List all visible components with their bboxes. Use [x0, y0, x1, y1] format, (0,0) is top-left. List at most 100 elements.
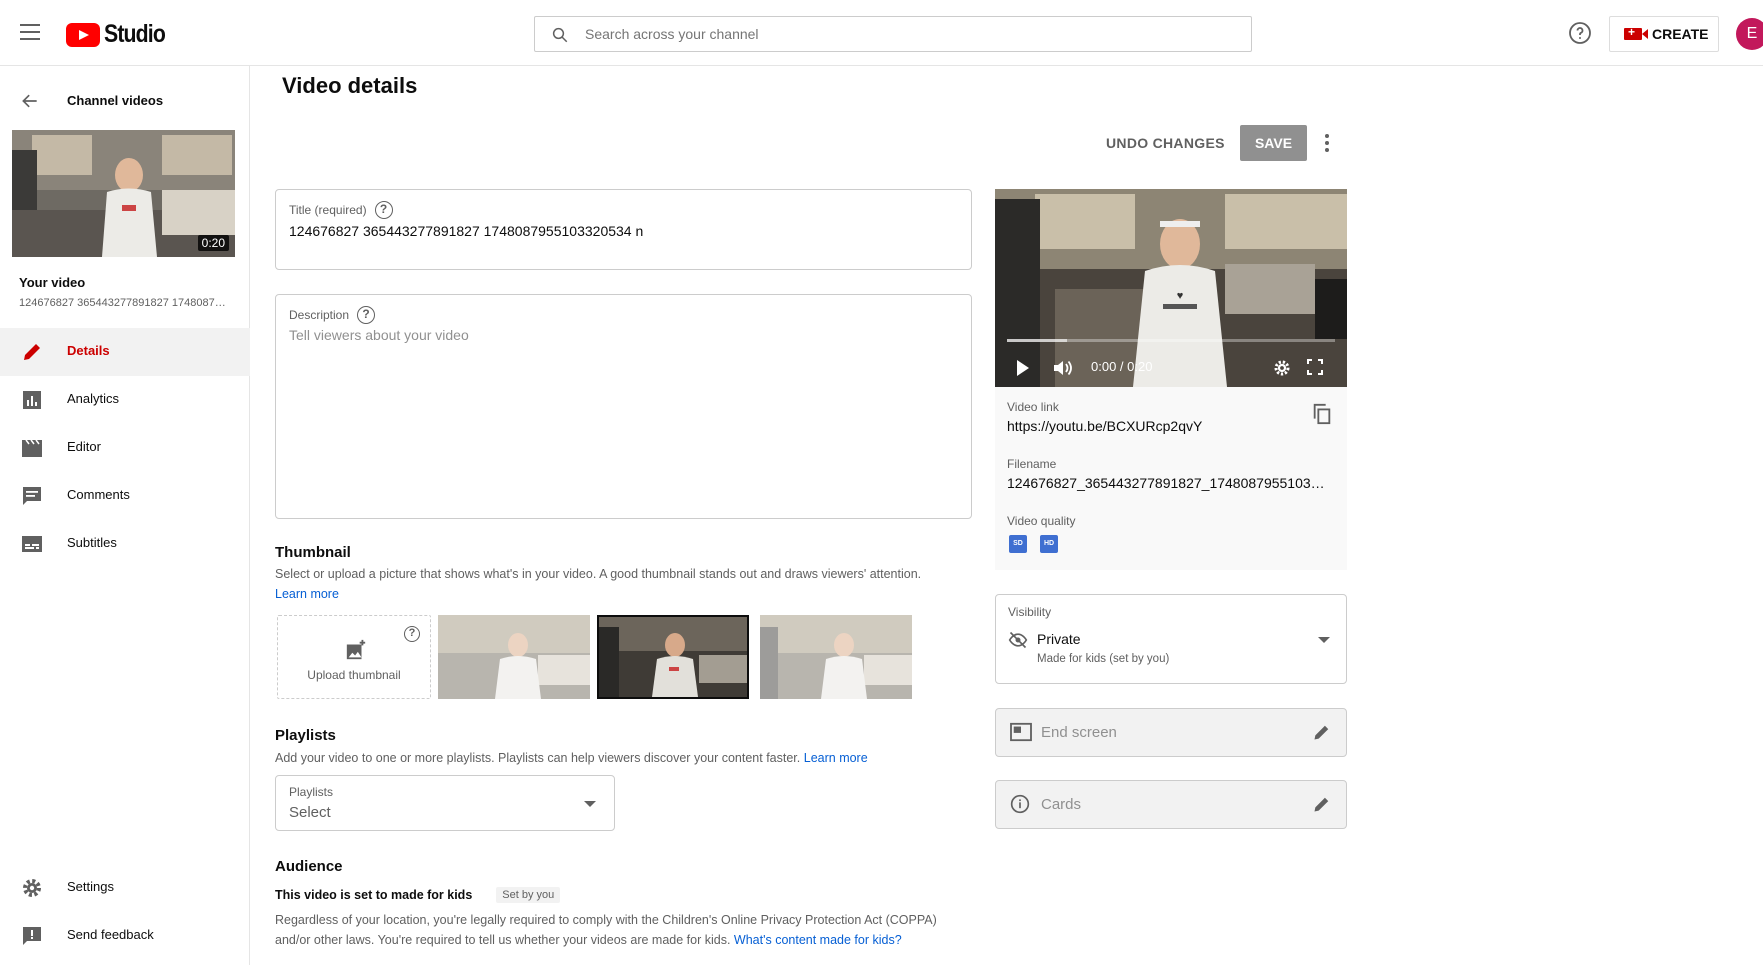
sd-quality-badge: SD [1009, 535, 1027, 553]
set-by-you-badge: Set by you [496, 887, 561, 903]
info-icon [1010, 794, 1030, 814]
cards-label: Cards [1041, 796, 1082, 813]
hd-quality-badge: HD [1040, 535, 1058, 553]
save-button[interactable]: SAVE [1240, 125, 1307, 161]
thumbnail-learn-more-link[interactable]: Learn more [275, 587, 339, 601]
title-input[interactable]: 124676827 365443277891827 17480879551033… [289, 223, 643, 239]
video-frame-image: ♥ [995, 189, 1347, 387]
help-icon[interactable]: ? [357, 306, 376, 324]
audience-status: This video is set to made for kids Set b… [275, 887, 561, 903]
back-label: Channel videos [67, 93, 164, 108]
thumbnail-heading: Thumbnail [275, 544, 351, 561]
sidebar-item-label: Subtitles [67, 535, 117, 550]
video-camera-icon [1624, 25, 1648, 40]
page-title: Video details [282, 73, 418, 98]
playlists-select-value: Select [289, 804, 331, 821]
sidebar-item-details[interactable]: Details [0, 328, 250, 376]
sidebar-item-comments[interactable]: Comments [0, 472, 250, 520]
thumbnail-image [438, 615, 590, 699]
sidebar-item-label: Analytics [67, 391, 120, 406]
description-input[interactable]: Tell viewers about your video [289, 327, 469, 343]
end-screen-icon [1010, 722, 1032, 742]
avatar[interactable]: E [1736, 18, 1763, 50]
visibility-label: Visibility [1008, 605, 1052, 619]
channel-videos-back-link[interactable]: Channel videos [0, 86, 250, 116]
thumbnail-option-1[interactable] [438, 615, 590, 699]
visibility-dropdown[interactable]: Visibility Private Made for kids (set by… [995, 594, 1347, 684]
undo-changes-button[interactable]: UNDO CHANGES [1106, 125, 1225, 161]
cards-card[interactable]: Cards [995, 780, 1347, 829]
sidebar-item-label: Comments [67, 487, 130, 502]
sidebar-item-label: Details [67, 343, 110, 358]
title-field-label: Title (required) ? [289, 201, 393, 219]
eye-off-icon [1008, 631, 1028, 649]
video-quality-label: Video quality [1007, 514, 1076, 528]
audience-status-text: This video is set to made for kids [275, 888, 473, 902]
sidebar-item-settings[interactable]: Settings [0, 864, 250, 912]
search-bar[interactable] [534, 16, 1252, 52]
thumbnail-description: Select or upload a picture that shows wh… [275, 564, 975, 604]
fullscreen-icon[interactable] [1307, 359, 1323, 375]
sidebar-item-analytics[interactable]: Analytics [0, 376, 250, 424]
title-field[interactable]: Title (required) ? 124676827 36544327789… [275, 189, 972, 270]
create-button[interactable]: CREATE [1609, 16, 1719, 52]
subtitles-icon [22, 536, 42, 552]
youtube-logo-icon [66, 22, 100, 47]
audience-desc-line2: and/or other laws. You're required to te… [275, 933, 731, 947]
description-label-text: Description [289, 308, 350, 322]
chevron-down-icon [584, 801, 596, 807]
feedback-icon [23, 927, 41, 945]
pencil-icon[interactable] [1312, 794, 1332, 814]
audience-heading: Audience [275, 858, 343, 875]
your-video-title: 124676827 365443277891827 17480879551033… [19, 297, 229, 309]
help-icon[interactable]: ? [404, 626, 420, 642]
create-label: CREATE [1652, 26, 1709, 42]
visibility-value: Private [1037, 631, 1081, 647]
shirt-graphic: ♥ [1177, 290, 1184, 302]
filename-value: 124676827_365443277891827_17480879551033… [1007, 475, 1327, 491]
playlists-select-label: Playlists [289, 785, 334, 799]
more-options-icon[interactable] [1317, 131, 1337, 155]
thumbnail-option-3[interactable] [760, 615, 912, 699]
video-preview-card: ♥ 0:00 / 0:20 Video link https://youtu.b… [995, 189, 1347, 570]
sidebar-item-label: Editor [67, 439, 101, 454]
sidebar-video-thumbnail[interactable]: 0:20 [12, 130, 235, 257]
studio-logo[interactable]: Studio [66, 20, 176, 49]
help-icon[interactable] [1568, 21, 1592, 45]
thumbnail-image [760, 615, 912, 699]
audience-desc-line1: Regardless of your location, you're lega… [275, 913, 937, 927]
copy-icon[interactable] [1311, 403, 1333, 425]
audience-description: Regardless of your location, you're lega… [275, 910, 975, 950]
sidebar-item-editor[interactable]: Editor [0, 424, 250, 472]
sidebar-item-subtitles[interactable]: Subtitles [0, 520, 250, 568]
gear-icon [23, 879, 41, 897]
playlists-dropdown[interactable]: Playlists Select [275, 775, 615, 831]
video-link[interactable]: https://youtu.be/BCXURcp2qvY [1007, 418, 1327, 434]
gear-icon[interactable] [1273, 359, 1291, 377]
video-player[interactable]: ♥ 0:00 / 0:20 [995, 189, 1347, 387]
comment-icon [23, 487, 41, 505]
pencil-icon [24, 344, 40, 360]
help-icon[interactable]: ? [374, 201, 393, 219]
arrow-back-icon [22, 94, 37, 108]
sidebar-item-send-feedback[interactable]: Send feedback [0, 912, 250, 960]
search-input[interactable] [585, 26, 1185, 42]
playlists-heading: Playlists [275, 727, 336, 744]
video-link-label: Video link [1007, 400, 1059, 414]
end-screen-card[interactable]: End screen [995, 708, 1347, 757]
progress-bar[interactable] [1007, 339, 1335, 342]
sidebar: Channel videos 0:20 Your video 124676827… [0, 66, 250, 965]
upload-thumbnail-button[interactable]: Upload thumbnail ? [277, 615, 431, 699]
upload-thumbnail-label: Upload thumbnail [307, 668, 401, 682]
description-field[interactable]: Description ? Tell viewers about your vi… [275, 294, 972, 519]
your-video-label: Your video [19, 275, 86, 290]
menu-icon[interactable] [20, 24, 40, 40]
title-label-text: Title (required) [289, 203, 367, 217]
playlists-learn-more-link[interactable]: Learn more [804, 751, 868, 765]
play-icon[interactable] [1015, 359, 1031, 377]
content-made-for-kids-link[interactable]: What's content made for kids? [734, 933, 902, 947]
thumbnail-option-2[interactable] [597, 615, 749, 699]
volume-icon[interactable] [1053, 359, 1075, 377]
clapperboard-icon [22, 439, 42, 457]
pencil-icon[interactable] [1312, 722, 1332, 742]
